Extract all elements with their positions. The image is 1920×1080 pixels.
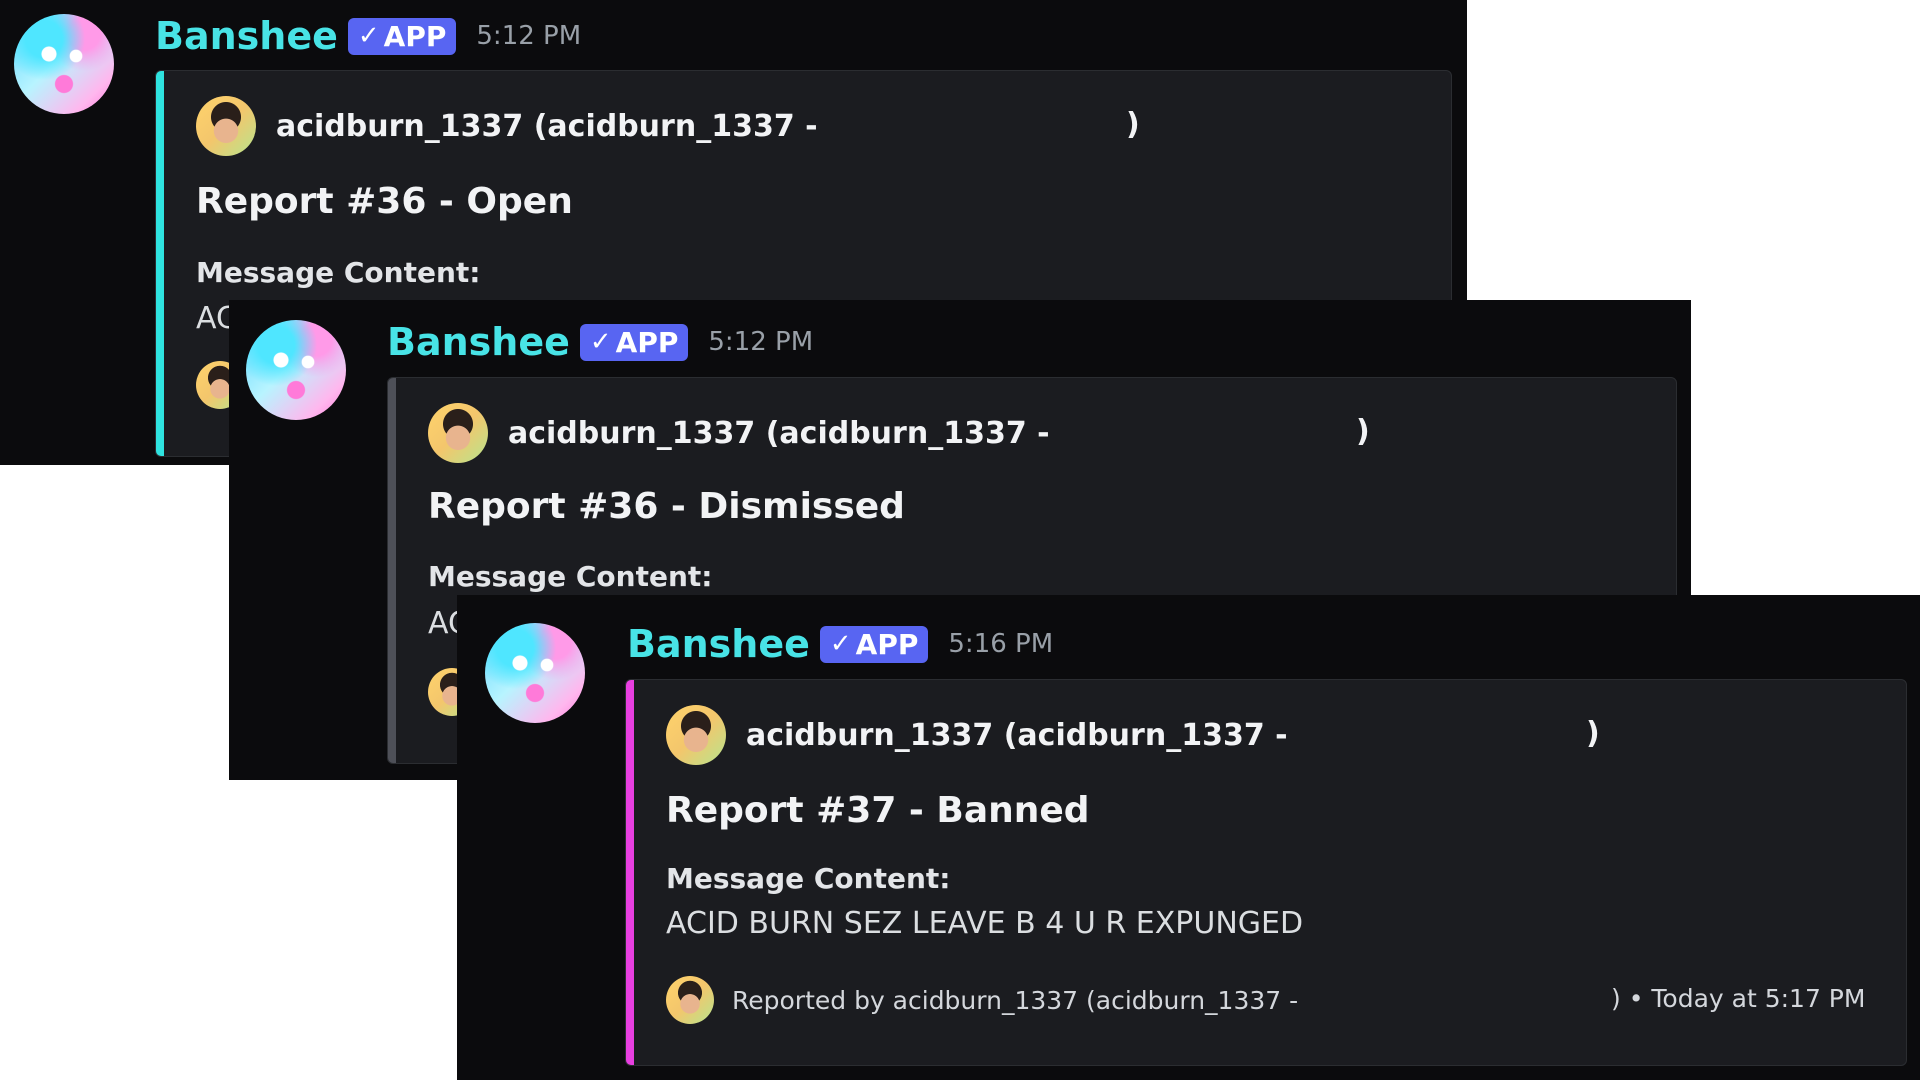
user-avatar[interactable] bbox=[196, 96, 256, 156]
field-name: Message Content: bbox=[428, 560, 713, 593]
bot-avatar[interactable] bbox=[485, 623, 585, 723]
embed-author: acidburn_1337 (acidburn_1337 - bbox=[666, 705, 1288, 765]
embed-title: Report #37 - Banned bbox=[666, 790, 1090, 831]
verified-check-icon: ✓ bbox=[589, 327, 612, 357]
app-badge: ✓ APP bbox=[347, 17, 457, 55]
message-timestamp[interactable]: 5:12 PM bbox=[476, 21, 581, 51]
message-header: Banshee ✓ APP 5:12 PM bbox=[387, 320, 813, 364]
embed-accent-bar bbox=[388, 378, 396, 763]
message-timestamp[interactable]: 5:12 PM bbox=[708, 327, 813, 357]
verified-check-icon: ✓ bbox=[357, 21, 380, 51]
bot-avatar[interactable] bbox=[14, 14, 114, 114]
reporter-avatar bbox=[666, 976, 714, 1024]
embed-author-name[interactable]: acidburn_1337 (acidburn_1337 - bbox=[508, 416, 1050, 451]
embed-author-paren: ) bbox=[1586, 716, 1600, 751]
embed-footer: Reported by acidburn_1337 (acidburn_1337… bbox=[666, 972, 1886, 1028]
embed-accent-bar bbox=[156, 71, 164, 456]
app-badge-label: APP bbox=[615, 325, 679, 359]
app-badge-label: APP bbox=[383, 19, 447, 53]
embed-author: acidburn_1337 (acidburn_1337 - bbox=[428, 403, 1050, 463]
embed-accent-bar bbox=[626, 680, 634, 1065]
user-avatar[interactable] bbox=[666, 705, 726, 765]
bot-name[interactable]: Banshee bbox=[627, 622, 810, 666]
field-name: Message Content: bbox=[666, 862, 951, 895]
embed-author: acidburn_1337 (acidburn_1337 - bbox=[196, 96, 818, 156]
embed-title: Report #36 - Open bbox=[196, 181, 573, 222]
message-timestamp[interactable]: 5:16 PM bbox=[948, 629, 1053, 659]
embed-author-paren: ) bbox=[1126, 107, 1140, 142]
report-embed: acidburn_1337 (acidburn_1337 - ) Report … bbox=[625, 679, 1907, 1066]
app-badge: ✓ APP bbox=[819, 625, 929, 663]
embed-title: Report #36 - Dismissed bbox=[428, 486, 905, 527]
app-badge: ✓ APP bbox=[579, 323, 689, 361]
field-value: ACID BURN SEZ LEAVE B 4 U R EXPUNGED bbox=[666, 906, 1304, 941]
embed-author-name[interactable]: acidburn_1337 (acidburn_1337 - bbox=[746, 718, 1288, 753]
message-card-3: Banshee ✓ APP 5:16 PM acidburn_1337 (acid… bbox=[457, 595, 1920, 1080]
message-header: Banshee ✓ APP 5:16 PM bbox=[627, 622, 1053, 666]
field-name: Message Content: bbox=[196, 256, 481, 289]
verified-check-icon: ✓ bbox=[829, 629, 852, 659]
bot-avatar[interactable] bbox=[246, 320, 346, 420]
bot-name[interactable]: Banshee bbox=[155, 14, 338, 58]
user-avatar[interactable] bbox=[428, 403, 488, 463]
footer-reporter: Reported by acidburn_1337 (acidburn_1337… bbox=[732, 985, 1299, 1015]
footer-timestamp: ) • Today at 5:17 PM bbox=[1611, 984, 1866, 1013]
app-badge-label: APP bbox=[855, 627, 919, 661]
bot-name[interactable]: Banshee bbox=[387, 320, 570, 364]
message-header: Banshee ✓ APP 5:12 PM bbox=[155, 14, 581, 58]
embed-author-paren: ) bbox=[1356, 414, 1370, 449]
embed-author-name[interactable]: acidburn_1337 (acidburn_1337 - bbox=[276, 109, 818, 144]
